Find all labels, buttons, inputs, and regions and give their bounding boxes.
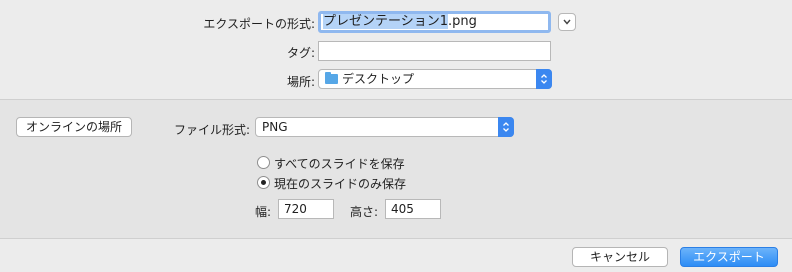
location-value: デスクトップ (342, 72, 415, 86)
width-field[interactable]: 720 (278, 199, 334, 219)
location-label: 場所: (286, 75, 315, 89)
width-label: 幅: (255, 205, 272, 219)
filename-field[interactable]: プレゼンテーション1.png (318, 11, 551, 33)
updown-arrows-icon (498, 117, 514, 137)
file-format-label: ファイル形式: (173, 123, 250, 137)
location-popup[interactable]: デスクトップ (318, 69, 552, 89)
radio-save-all-slides[interactable] (257, 156, 270, 169)
updown-arrows-icon (536, 69, 552, 89)
radio-save-current-slide[interactable] (257, 176, 270, 189)
folder-icon (325, 72, 338, 84)
online-locations-button[interactable]: オンラインの場所 (16, 117, 132, 137)
tags-label: タグ: (286, 46, 315, 60)
file-format-value: PNG (262, 120, 288, 134)
dialog-footer: キャンセル エクスポート (0, 239, 792, 272)
file-format-popup[interactable]: PNG (255, 117, 514, 137)
filename-selected-text: プレゼンテーション1 (323, 14, 449, 29)
export-options-section: オンラインの場所 ファイル形式: PNG すべてのスライドを保存 現在のスライド… (0, 100, 792, 239)
tags-field[interactable] (318, 41, 551, 61)
radio-save-current-label: 現在のスライドのみ保存 (274, 177, 407, 191)
cancel-button[interactable]: キャンセル (572, 247, 668, 267)
chevron-down-icon (563, 19, 571, 25)
height-field[interactable]: 405 (385, 199, 441, 219)
height-label: 高さ: (350, 205, 379, 219)
expand-dialog-button[interactable] (558, 13, 576, 31)
export-button[interactable]: エクスポート (680, 247, 778, 267)
export-header-section: エクスポートの形式: プレゼンテーション1.png タグ: 場所: デスクトップ (0, 0, 792, 100)
filename-extension: .png (448, 14, 477, 29)
radio-save-all-label: すべてのスライドを保存 (274, 157, 405, 171)
export-format-label: エクスポートの形式: (203, 17, 315, 31)
